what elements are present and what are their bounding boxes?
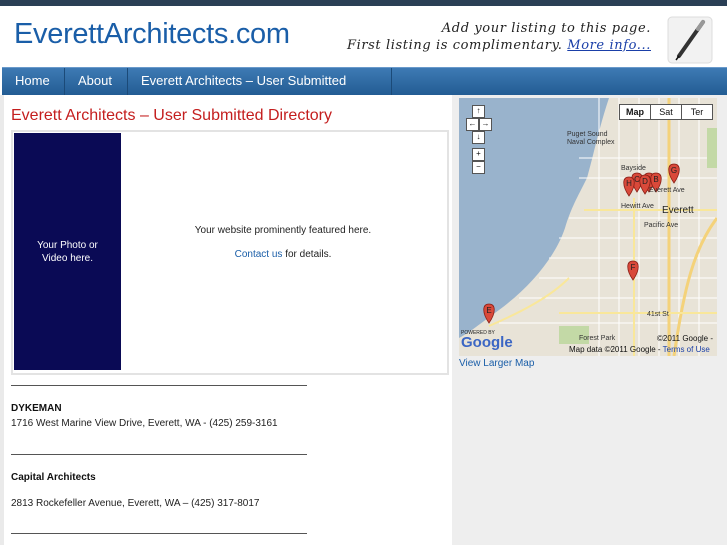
site-title[interactable]: EverettArchitects.com: [14, 18, 290, 51]
listing-name: DYKEMAN: [11, 403, 62, 414]
map-label-bayside: Bayside: [621, 165, 646, 172]
embedded-map[interactable]: ABCDEFGH Puget Sound Naval Complex Baysi…: [459, 98, 717, 356]
map-pin-label: H: [626, 179, 632, 188]
map-pin-label: D: [642, 177, 648, 186]
contact-us-link[interactable]: Contact us: [235, 249, 283, 260]
main-nav: Home About Everett Architects – User Sub…: [2, 67, 727, 114]
map-data-credit: Map data ©2011 Google - Terms of Use: [569, 345, 710, 354]
map-pin-label: C: [634, 175, 640, 184]
map-label-everett-ave: Everett Ave: [649, 187, 685, 194]
map-pin-e[interactable]: E: [483, 303, 495, 324]
contact-suffix: for details.: [282, 249, 332, 260]
sidebar: ABCDEFGH Puget Sound Naval Complex Baysi…: [452, 95, 727, 545]
featured-text: Your website prominently featured here. …: [128, 225, 438, 260]
photo-placeholder-text: Your Photo or Video here.: [37, 239, 98, 264]
map-pin-h[interactable]: H: [623, 176, 635, 197]
map-label-pacific: Pacific Ave: [644, 222, 678, 229]
map-pin-f[interactable]: F: [627, 260, 639, 281]
divider: [11, 385, 307, 386]
map-label-naval: Naval Complex: [567, 139, 615, 146]
main-content: Everett Architects – User Submitted Dire…: [4, 95, 452, 545]
map-label-hewitt: Hewitt Ave: [621, 203, 654, 210]
more-info-link[interactable]: More info...: [567, 38, 651, 53]
nav-item-about[interactable]: About: [65, 68, 128, 95]
map-pin-label: B: [653, 175, 658, 184]
featured-listing-box: Your Photo or Video here. Your website p…: [11, 130, 449, 375]
site-header: EverettArchitects.com Add your listing t…: [0, 6, 727, 66]
zoom-in-button[interactable]: +: [472, 148, 485, 161]
promo-text: Add your listing to this page. First lis…: [347, 20, 651, 54]
divider: [11, 454, 307, 455]
google-logo[interactable]: Google: [461, 334, 513, 351]
pan-down-button[interactable]: ↓: [472, 131, 485, 144]
map-pin-label: G: [671, 166, 677, 175]
map-canvas[interactable]: ABCDEFGH Puget Sound Naval Complex Baysi…: [459, 98, 717, 356]
map-type-satellite[interactable]: Sat: [650, 104, 682, 120]
divider: [11, 533, 307, 534]
map-data-text: Map data ©2011 Google -: [569, 345, 661, 354]
terms-of-use-link[interactable]: Terms of Use: [663, 345, 710, 354]
contact-line: Contact us for details.: [128, 249, 438, 260]
zoom-out-button[interactable]: −: [472, 161, 485, 174]
map-copyright: ©2011 Google -: [657, 334, 714, 343]
listing-address: 1716 West Marine View Drive, Everett, WA…: [11, 418, 278, 429]
map-type-terrain[interactable]: Ter: [681, 104, 713, 120]
nav-item-directory[interactable]: Everett Architects – User Submitted Dire…: [128, 68, 392, 114]
promo-line-2: First listing is complimentary. More inf…: [347, 37, 651, 54]
page-title: Everett Architects – User Submitted Dire…: [11, 107, 332, 124]
nav-item-home[interactable]: Home: [2, 68, 65, 95]
listing-address: 2813 Rockefeller Avenue, Everett, WA – (…: [11, 498, 260, 509]
listing-name: Capital Architects: [11, 472, 96, 483]
map-label-41st: 41st St: [647, 311, 669, 318]
map-pin-label: E: [486, 306, 491, 315]
promo-line-1: Add your listing to this page.: [441, 21, 651, 36]
pan-left-button[interactable]: ←: [466, 118, 479, 131]
photo-placeholder: Your Photo or Video here.: [14, 133, 121, 370]
pan-up-button[interactable]: ↑: [472, 105, 485, 118]
map-label-everett: Everett: [662, 205, 694, 216]
map-type-map[interactable]: Map: [619, 104, 651, 120]
map-label-forest-park: Forest Park: [579, 335, 616, 342]
promo-line-2-text: First listing is complimentary.: [346, 38, 563, 53]
view-larger-map-link[interactable]: View Larger Map: [459, 358, 534, 369]
map-pin-label: F: [631, 263, 636, 272]
pen-icon: [667, 16, 713, 64]
pan-right-button[interactable]: →: [479, 118, 492, 131]
featured-line: Your website prominently featured here.: [194, 225, 372, 236]
map-label-puget: Puget Sound: [567, 131, 608, 138]
